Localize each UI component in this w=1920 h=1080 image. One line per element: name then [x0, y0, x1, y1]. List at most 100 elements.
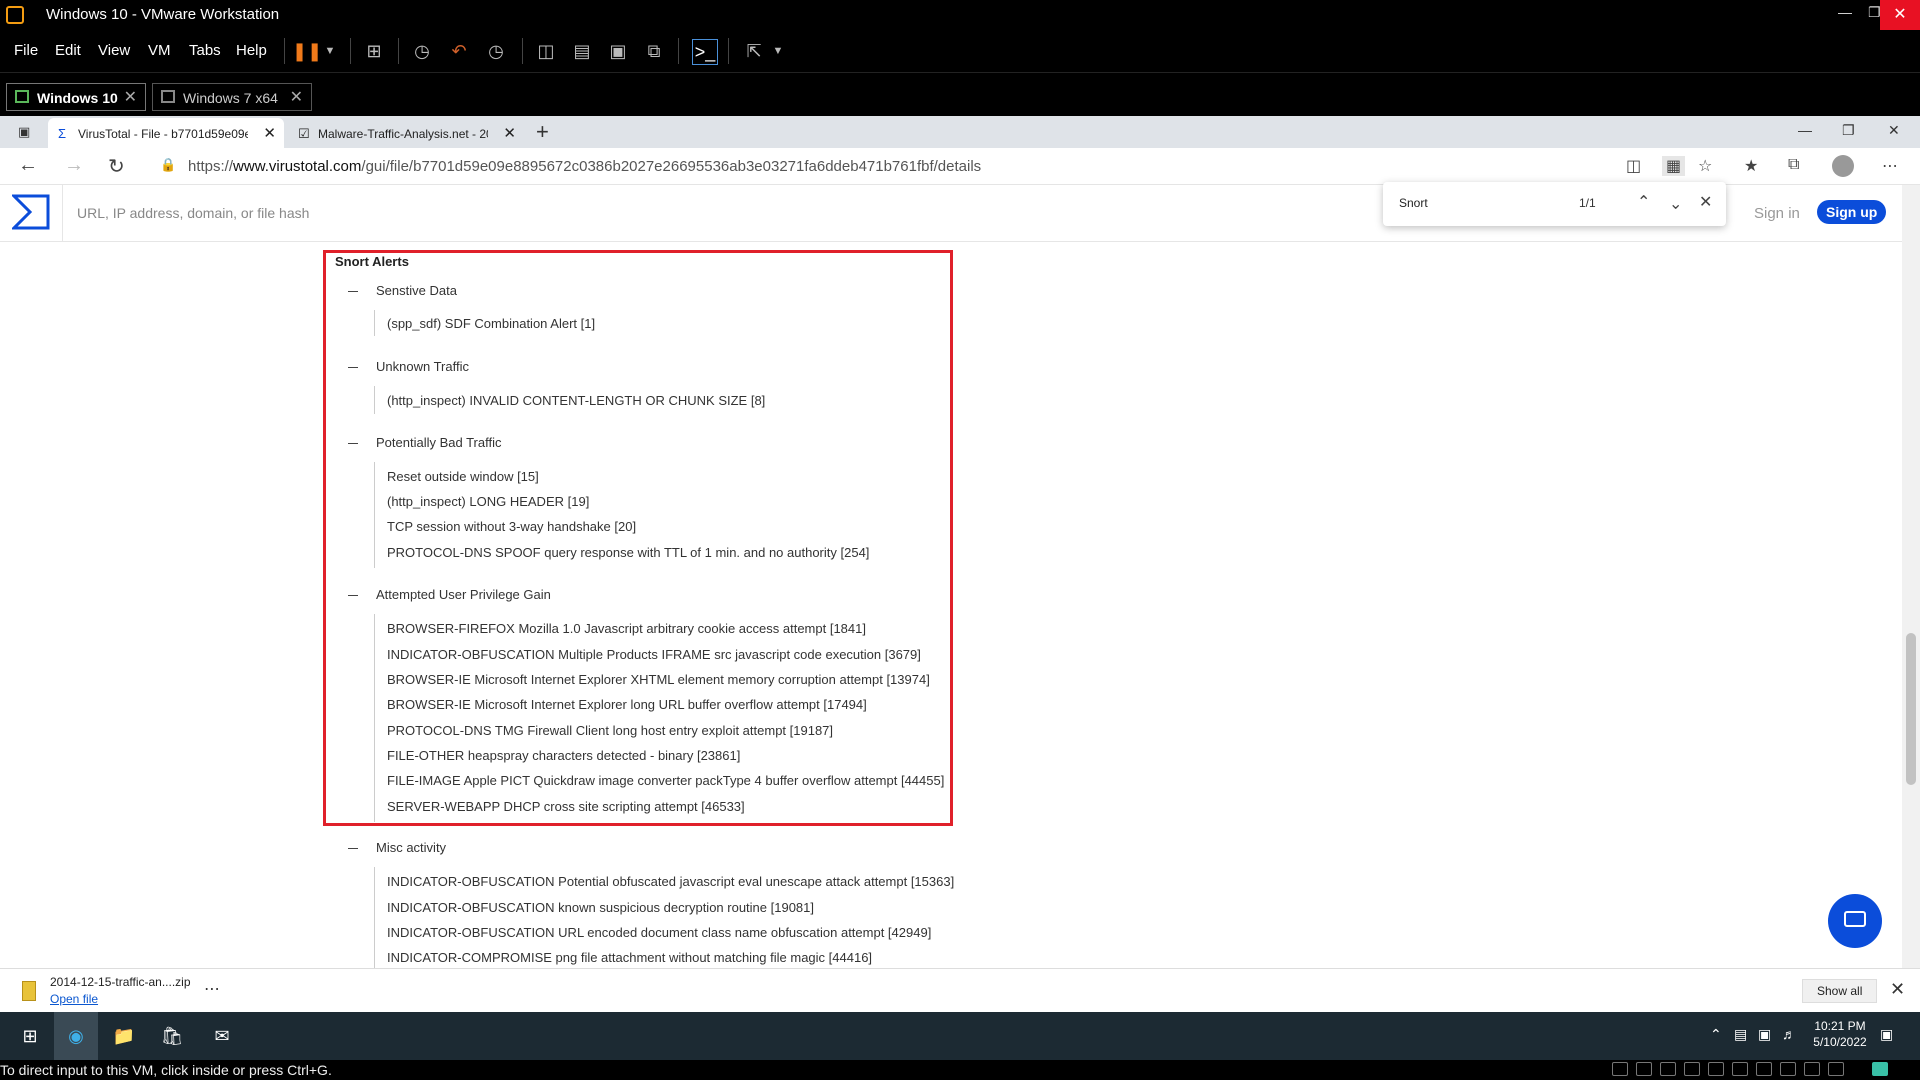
minimize-icon[interactable]: —: [1838, 4, 1852, 20]
alert-item: INDICATOR-COMPROMISE png file attachment…: [387, 950, 873, 965]
message-icon[interactable]: [1828, 1062, 1844, 1076]
menu-edit[interactable]: Edit: [55, 42, 81, 59]
forward-icon[interactable]: →: [64, 154, 84, 177]
store-icon[interactable]: 🛍: [152, 1020, 192, 1052]
stretch-icon[interactable]: ⇱: [742, 39, 766, 63]
browser-tab-virustotal[interactable]: Σ VirusTotal - File - b7701d59e09e8 ✕: [48, 118, 284, 148]
pause-icon[interactable]: ❚❚: [292, 39, 322, 63]
scrollbar[interactable]: [1902, 185, 1920, 968]
usb-icon[interactable]: [1684, 1062, 1700, 1076]
hdd-icon[interactable]: [1612, 1062, 1628, 1076]
library-icon[interactable]: ◫: [534, 39, 558, 63]
clock[interactable]: 10:21 PM 5/10/2022: [1810, 1018, 1870, 1050]
start-icon[interactable]: ⊞: [10, 1020, 50, 1052]
alert-item: FILE-IMAGE Apple PICT Quickdraw image co…: [387, 773, 945, 788]
serial-icon[interactable]: [1804, 1062, 1820, 1076]
chat-button[interactable]: [1828, 894, 1882, 948]
open-file-link[interactable]: Open file: [50, 992, 98, 1006]
display-icon[interactable]: ▣: [1758, 1026, 1771, 1043]
find-next-icon[interactable]: ⌃: [1669, 192, 1682, 212]
menu-vm[interactable]: VM: [148, 42, 171, 59]
thumbnail-icon[interactable]: ▤: [570, 39, 594, 63]
favorites-icon[interactable]: ★: [1744, 156, 1758, 176]
close-icon[interactable]: ✕: [1699, 192, 1712, 212]
category-label: Misc activity: [376, 840, 447, 855]
menu-view[interactable]: View: [98, 42, 130, 59]
display-device-icon[interactable]: [1756, 1062, 1772, 1076]
find-input[interactable]: Snort: [1399, 196, 1428, 210]
alert-item: (spp_sdf) SDF Combination Alert [1]: [387, 316, 596, 331]
volume-icon[interactable]: ♬: [1782, 1026, 1796, 1042]
category-misc-activity[interactable]: Misc activity: [348, 840, 446, 855]
vm-status-icon[interactable]: [1872, 1062, 1888, 1076]
menu-tabs[interactable]: Tabs: [189, 42, 221, 59]
category-senstive-data[interactable]: Senstive Data: [348, 283, 457, 298]
more-menu-icon[interactable]: ⋯: [1882, 156, 1898, 176]
chevron-up-icon[interactable]: ⌃: [1710, 1026, 1722, 1043]
show-all-button[interactable]: Show all: [1802, 979, 1878, 1003]
add-favorite-icon[interactable]: ☆: [1698, 156, 1712, 176]
revert-snapshot-icon[interactable]: ↶: [447, 39, 471, 63]
browser-tab-mta[interactable]: ☑ Malware-Traffic-Analysis.net - 20 ✕: [288, 118, 524, 148]
notifications-icon[interactable]: ▣: [1880, 1026, 1893, 1043]
vm-tab-windows-10[interactable]: Windows 10 ✕: [6, 83, 146, 111]
sign-in-link[interactable]: Sign in: [1754, 205, 1800, 222]
alert-item: (http_inspect) INVALID CONTENT-LENGTH OR…: [387, 393, 766, 408]
url-field[interactable]: https://www.virustotal.com/gui/file/b770…: [188, 158, 981, 175]
printer-icon[interactable]: [1732, 1062, 1748, 1076]
collections-icon[interactable]: ⧉: [1788, 156, 1799, 174]
back-icon[interactable]: ←: [18, 154, 38, 177]
more-options-icon[interactable]: ⋯: [204, 979, 220, 999]
tab-actions-icon[interactable]: ▣: [18, 124, 30, 140]
network-adapter-icon[interactable]: [1660, 1062, 1676, 1076]
refresh-icon[interactable]: ↻: [108, 154, 125, 179]
collapse-icon: [348, 291, 358, 293]
unity-icon[interactable]: ⧉: [642, 39, 666, 63]
snapshot-manager-icon[interactable]: ◷: [484, 39, 508, 63]
close-icon[interactable]: ✕: [263, 124, 276, 142]
close-icon[interactable]: ✕: [290, 87, 303, 107]
toolbar-divider: [678, 38, 679, 64]
chevron-down-icon[interactable]: ▼: [766, 39, 790, 63]
guest-screen[interactable]: ▣ Σ VirusTotal - File - b7701d59e09e8 ✕ …: [0, 116, 1920, 1060]
virustotal-logo-icon[interactable]: [12, 194, 50, 230]
apps-icon[interactable]: ◫: [1626, 156, 1641, 176]
find-previous-icon[interactable]: ⌃: [1637, 192, 1650, 212]
close-window-button[interactable]: ✕: [1880, 0, 1920, 30]
vm-tab-windows-7[interactable]: Windows 7 x64 ✕: [152, 83, 312, 111]
sound-icon[interactable]: [1708, 1062, 1724, 1076]
menu-help[interactable]: Help: [236, 42, 267, 59]
restore-icon[interactable]: ❐: [1868, 4, 1881, 21]
alert-item: PROTOCOL-DNS SPOOF query response with T…: [387, 545, 870, 560]
close-icon[interactable]: ✕: [124, 87, 137, 107]
console-icon[interactable]: >_: [692, 39, 718, 65]
menu-file[interactable]: File: [14, 42, 38, 59]
usb-device-icon[interactable]: [1780, 1062, 1796, 1076]
close-icon[interactable]: ✕: [1890, 979, 1905, 1000]
close-icon[interactable]: ✕: [1888, 122, 1900, 139]
scrollbar-thumb[interactable]: [1906, 633, 1916, 785]
avatar[interactable]: [1832, 155, 1854, 177]
download-filename[interactable]: 2014-12-15-traffic-an....zip: [50, 975, 191, 989]
alert-group: (spp_sdf) SDF Combination Alert [1]: [374, 310, 595, 336]
category-attempted-user-privilege-gain[interactable]: Attempted User Privilege Gain: [348, 587, 551, 602]
clock-date: 5/10/2022: [1813, 1035, 1867, 1049]
category-unknown-traffic[interactable]: Unknown Traffic: [348, 359, 469, 374]
send-keys-icon[interactable]: ⊞: [362, 39, 386, 63]
network-icon[interactable]: ▤: [1734, 1026, 1747, 1043]
mail-icon[interactable]: ✉: [202, 1020, 242, 1052]
search-input[interactable]: URL, IP address, domain, or file hash: [62, 185, 1363, 241]
close-icon[interactable]: ✕: [503, 124, 516, 142]
chevron-down-icon[interactable]: ▼: [318, 39, 342, 63]
new-tab-icon[interactable]: +: [536, 119, 549, 145]
minimize-icon[interactable]: —: [1798, 122, 1812, 138]
read-aloud-icon[interactable]: ▦: [1662, 156, 1686, 176]
edge-icon[interactable]: ◉: [54, 1012, 98, 1060]
snapshot-icon[interactable]: ◷: [410, 39, 434, 63]
file-explorer-icon[interactable]: 📁: [104, 1020, 144, 1052]
sign-up-button[interactable]: Sign up: [1817, 200, 1887, 224]
fullscreen-icon[interactable]: ▣: [606, 39, 630, 63]
restore-icon[interactable]: ❐: [1842, 122, 1855, 139]
category-potentially-bad-traffic[interactable]: Potentially Bad Traffic: [348, 435, 502, 450]
cdrom-icon[interactable]: [1636, 1062, 1652, 1076]
